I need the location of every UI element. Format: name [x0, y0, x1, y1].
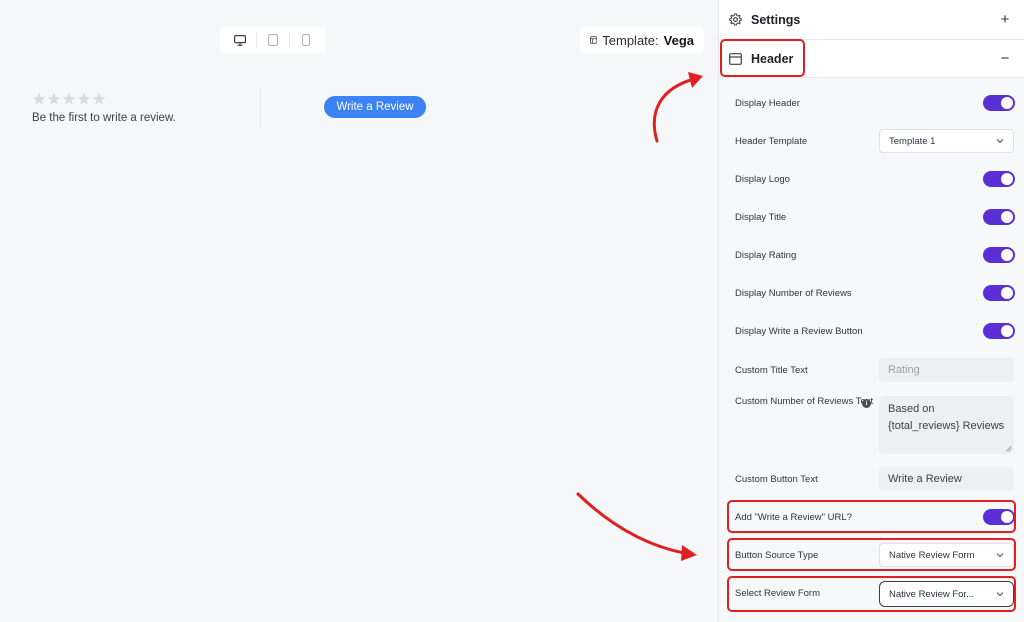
- write-review-button[interactable]: Write a Review: [324, 96, 426, 118]
- custom-title-label: Custom Title Text: [735, 364, 808, 376]
- display-rating-row: Display Rating: [735, 244, 1015, 266]
- tablet-icon: [268, 34, 278, 46]
- star-icon: [48, 93, 60, 105]
- header-template-label: Header Template: [735, 135, 808, 147]
- add-url-highlight-box: [727, 500, 1016, 533]
- preview-area: Template: Vega Be the first to write a r…: [0, 0, 718, 622]
- star-icon: [33, 93, 45, 105]
- chevron-down-icon: [996, 139, 1004, 144]
- settings-title: Settings: [751, 12, 801, 27]
- custom-number-textarea[interactable]: Based on {total_reviews} Reviews: [879, 396, 1014, 454]
- template-selector[interactable]: Template: Vega: [580, 27, 704, 53]
- display-number-reviews-row: Display Number of Reviews: [735, 282, 1015, 304]
- display-logo-row: Display Logo: [735, 168, 1015, 190]
- star-rating: [32, 92, 176, 106]
- expand-icon[interactable]: +: [997, 11, 1013, 28]
- display-rating-toggle[interactable]: [983, 247, 1015, 263]
- custom-number-value: Based on {total_reviews} Reviews: [888, 403, 1005, 432]
- display-header-toggle[interactable]: [983, 95, 1015, 111]
- header-template-value: Template 1: [889, 135, 936, 147]
- rating-summary: Be the first to write a review.: [32, 92, 176, 124]
- display-title-row: Display Title: [735, 206, 1015, 228]
- header-template-select[interactable]: Template 1: [879, 129, 1014, 153]
- star-icon: [93, 93, 105, 105]
- first-review-text: Be the first to write a review.: [32, 112, 176, 124]
- template-value: Vega: [663, 32, 694, 48]
- display-header-label: Display Header: [735, 97, 800, 109]
- mobile-icon: [302, 34, 311, 46]
- display-logo-label: Display Logo: [735, 173, 790, 185]
- layout-icon: [590, 36, 598, 44]
- resize-handle-icon[interactable]: [1005, 445, 1012, 452]
- display-logo-toggle[interactable]: [983, 171, 1015, 187]
- button-source-highlight-box: [727, 538, 1016, 571]
- tablet-view-button[interactable]: [262, 29, 284, 51]
- info-icon[interactable]: i: [862, 399, 871, 408]
- desktop-icon: [233, 34, 246, 46]
- header-highlight-box: [720, 39, 805, 77]
- star-icon: [63, 93, 75, 105]
- desktop-view-button[interactable]: [229, 29, 251, 51]
- display-write-review-label: Display Write a Review Button: [735, 325, 863, 337]
- star-icon: [78, 93, 90, 105]
- device-separator: [289, 32, 291, 48]
- select-review-form-highlight-box: [727, 576, 1016, 612]
- display-title-toggle[interactable]: [983, 209, 1015, 225]
- gear-icon: [729, 13, 742, 26]
- custom-button-label: Custom Button Text: [735, 473, 818, 485]
- display-write-review-toggle[interactable]: [983, 323, 1015, 339]
- custom-title-input[interactable]: Rating: [879, 358, 1014, 382]
- custom-number-row: Custom Number of Reviews Text: [735, 396, 875, 422]
- display-header-row: Display Header: [735, 92, 1015, 114]
- custom-button-input[interactable]: Write a Review: [879, 467, 1014, 491]
- collapse-icon[interactable]: −: [997, 50, 1013, 67]
- display-number-reviews-label: Display Number of Reviews: [735, 287, 852, 299]
- template-label: Template:: [602, 32, 659, 48]
- display-write-review-row: Display Write a Review Button: [735, 320, 1015, 342]
- display-number-reviews-toggle[interactable]: [983, 285, 1015, 301]
- custom-number-label: Custom Number of Reviews Text: [735, 396, 874, 407]
- settings-section-header[interactable]: Settings +: [719, 0, 1024, 40]
- device-separator: [255, 32, 257, 48]
- display-rating-label: Display Rating: [735, 249, 797, 261]
- mobile-view-button[interactable]: [295, 29, 317, 51]
- display-title-label: Display Title: [735, 211, 787, 223]
- widget-divider: [260, 88, 261, 128]
- device-switcher: [220, 27, 326, 53]
